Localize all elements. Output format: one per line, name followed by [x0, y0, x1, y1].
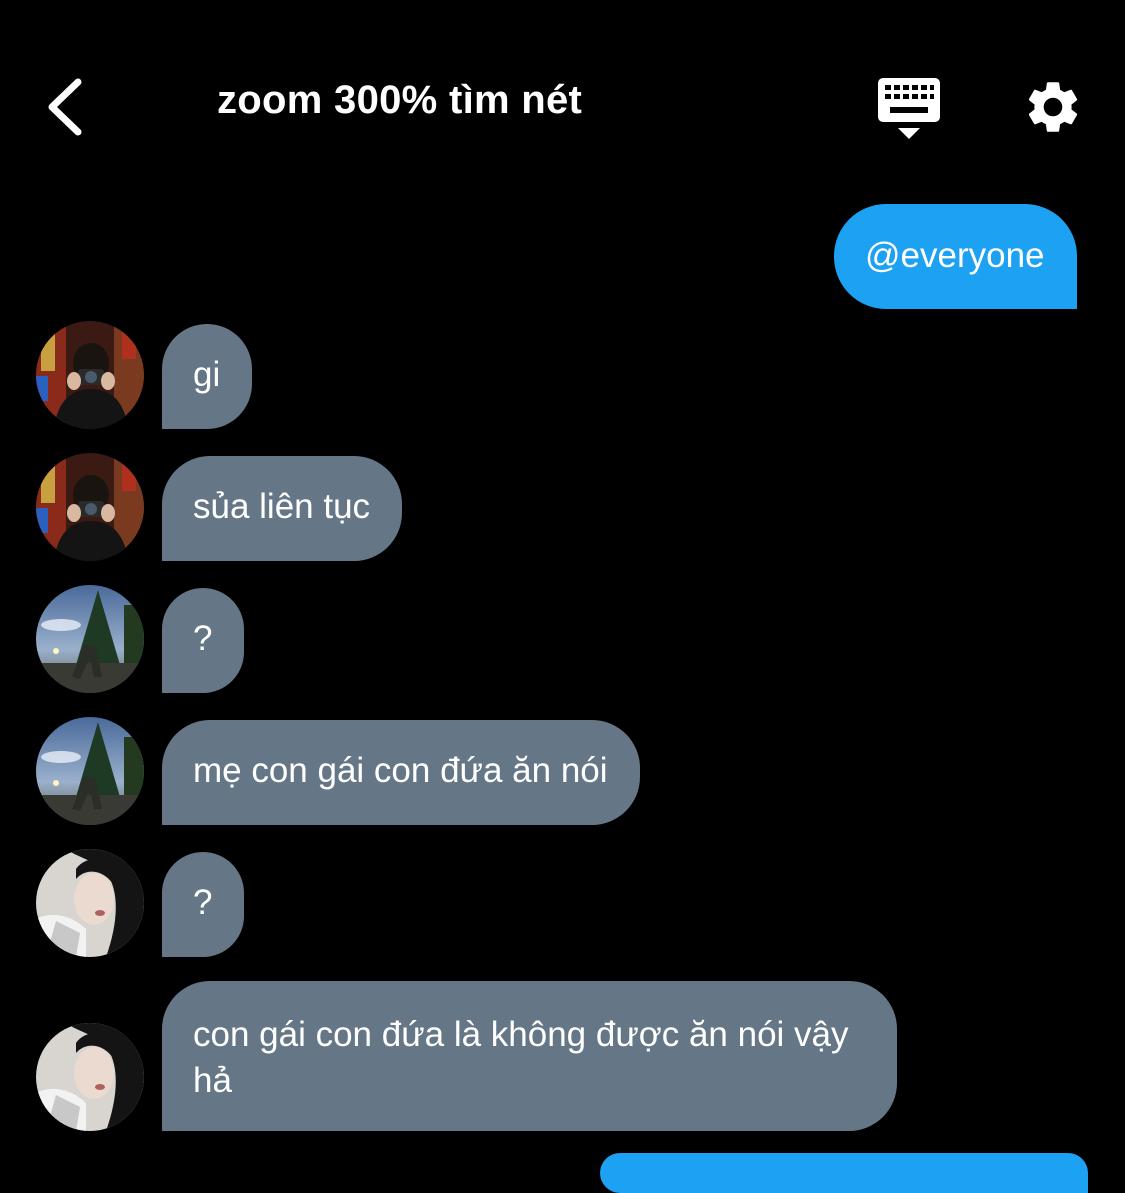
incoming-message[interactable]: con gái con đứa là không được ăn nói vậy…	[162, 981, 897, 1131]
incoming-message[interactable]: ?	[162, 588, 245, 693]
conversation-title: zoom 300% tìm nét	[217, 78, 583, 122]
incoming-message[interactable]: gi	[162, 324, 253, 429]
chat-header: zoom 300% tìm nét	[0, 0, 1125, 190]
outgoing-message-partial[interactable]	[600, 1153, 1088, 1193]
incoming-message[interactable]: ?	[162, 852, 245, 957]
incoming-message[interactable]: sủa liên tục	[162, 456, 403, 561]
chevron-left-icon	[48, 78, 82, 136]
avatar-camera-person[interactable]	[36, 321, 144, 429]
avatar-tree-outdoor[interactable]	[36, 717, 144, 825]
keyboard-toggle-button[interactable]	[872, 74, 946, 142]
back-button[interactable]	[38, 70, 98, 146]
avatar-girl-long-hair[interactable]	[36, 1023, 144, 1131]
keyboard-hide-icon	[878, 78, 940, 139]
avatar-girl-long-hair[interactable]	[36, 849, 144, 957]
incoming-message[interactable]: mẹ con gái con đứa ăn nói	[162, 720, 640, 825]
gear-icon	[1028, 82, 1078, 132]
outgoing-message[interactable]: @everyone	[834, 204, 1077, 309]
avatar-camera-person[interactable]	[36, 453, 144, 561]
settings-button[interactable]	[1020, 76, 1086, 138]
avatar-tree-outdoor[interactable]	[36, 585, 144, 693]
